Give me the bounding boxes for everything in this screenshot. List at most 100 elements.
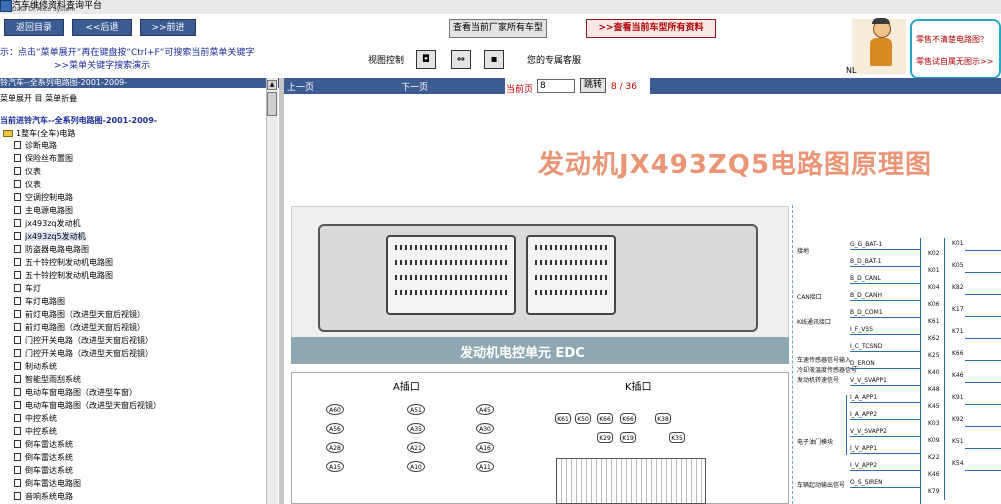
wiring-right-pin: K91 xyxy=(952,394,964,401)
tree-item[interactable]: 智能型雨刮系统 xyxy=(14,375,81,385)
tree-item-label: 智能型雨刮系统 xyxy=(25,375,81,384)
tree-item[interactable]: 电动车窗电路图（改进型天窗后视镜） xyxy=(14,401,161,411)
tree-item[interactable]: 音响系统电路 xyxy=(14,492,73,502)
wiring-signal-label: V_V_SVAPP2 xyxy=(850,428,887,435)
tree-item-label: 五十铃控制发动机电路图 xyxy=(25,271,113,280)
tree-item[interactable]: 中控系统 xyxy=(14,427,57,437)
wiring-line xyxy=(965,404,1001,405)
wiring-pin-label: K45 xyxy=(928,403,940,410)
pin-row xyxy=(535,260,607,265)
wiring-line xyxy=(850,266,920,267)
help-link-diagram[interactable]: 零售不清楚电路图？ xyxy=(916,34,988,45)
k-pin: K38 xyxy=(655,413,671,424)
next-page-link[interactable]: 下一页 xyxy=(401,80,428,93)
pin-row xyxy=(395,260,507,265)
tree-item[interactable]: 电动车窗电路图（改进型车窗） xyxy=(14,388,137,398)
tree-item-label: 防盗器电路电路图 xyxy=(25,245,89,254)
wiring-right-pin: K82 xyxy=(952,284,964,291)
wiring-signal-label: I_V_APP2 xyxy=(850,462,878,469)
app-logo-icon xyxy=(0,0,12,12)
tree-root[interactable]: 当前进铃汽车--全系列电路图-2001-2009- xyxy=(0,115,157,126)
wiring-line xyxy=(965,272,1001,273)
wiring-pin-label: K04 xyxy=(928,284,940,291)
tree-item[interactable]: 倒车雷达电路图 xyxy=(14,479,81,489)
app-subtitle: Data Of Auto System xyxy=(12,6,76,13)
menu-expand-collapse[interactable]: 菜单展开 目 菜单折叠 xyxy=(0,93,77,104)
pin-row xyxy=(535,290,607,295)
k-pin: K29 xyxy=(597,432,613,443)
document-icon xyxy=(14,466,21,474)
pin-chart xyxy=(291,372,789,504)
fit-width-icon[interactable]: ⇔ xyxy=(451,50,471,69)
tree-item[interactable]: 中控系统 xyxy=(14,414,57,424)
back-to-index-button[interactable]: 返回目录 xyxy=(4,19,64,36)
diagram-title: 发动机JX493ZQ5电路图原理图 xyxy=(538,150,933,180)
k-pin: K50 xyxy=(575,413,591,424)
actual-size-icon[interactable]: ▪ xyxy=(484,50,504,69)
wiring-line xyxy=(965,250,1001,251)
tree-item[interactable]: 防盗器电路电路图 xyxy=(14,245,89,255)
wiring-signal-label: G_G_BAT-1 xyxy=(850,241,883,248)
wiring-right-pin: K92 xyxy=(952,416,964,423)
tree-item[interactable]: 倒车雷达系统 xyxy=(14,453,73,463)
k-pin: K66 xyxy=(620,413,636,424)
tree-item[interactable]: 五十铃控制发动机电路图 xyxy=(14,258,113,268)
help-link-no-diagram[interactable]: 零售试自属无图示>> xyxy=(916,56,993,67)
wiring-signal-label: B_D_CANH xyxy=(850,292,883,299)
page-input[interactable] xyxy=(537,79,575,93)
wiring-pin-label: K40 xyxy=(928,369,940,376)
document-icon xyxy=(14,232,21,240)
wiring-line xyxy=(965,316,1001,317)
tree-folder[interactable]: 1整车(全车)电路 xyxy=(3,128,75,139)
document-icon xyxy=(14,349,21,357)
document-icon xyxy=(14,492,21,500)
tree-item-label: 电动车窗电路图（改进型天窗后视镜） xyxy=(25,401,161,410)
tree-item[interactable]: 门控开关电路（改进型天窗后视镜） xyxy=(14,349,153,359)
tree-item[interactable]: 倒车雷达系统 xyxy=(14,466,73,476)
tree-item[interactable]: 保险丝布置图 xyxy=(14,154,73,164)
wiring-signal-label: I_V_APP1 xyxy=(850,445,878,452)
wiring-right-pin: K05 xyxy=(952,262,964,269)
wiring-pin-label: K25 xyxy=(928,352,940,359)
wiring-left-label: K线通讯接口 xyxy=(797,319,831,326)
tree-item[interactable]: 门控开关电路（改进型天窗后视镜） xyxy=(14,336,153,346)
back-button[interactable]: <<后退 xyxy=(72,19,132,36)
tree-item[interactable]: 车灯电路图 xyxy=(14,297,65,307)
forward-button[interactable]: >>前进 xyxy=(140,19,196,36)
wiring-pin-label: K22 xyxy=(928,454,940,461)
document-icon xyxy=(14,427,21,435)
search-demo-link[interactable]: >>菜单关键字搜索演示 xyxy=(54,58,150,71)
wiring-pin-label: K09 xyxy=(928,437,940,444)
document-icon xyxy=(14,245,21,253)
scroll-thumb[interactable] xyxy=(267,92,277,116)
wiring-left-label: CAN接口 xyxy=(797,294,822,301)
tree-item[interactable]: 前灯电路图（改进型天窗后视镜） xyxy=(14,310,145,320)
prev-page-link[interactable]: 上一页 xyxy=(287,80,314,93)
tree-item[interactable]: 仪表 xyxy=(14,180,41,190)
tree-item[interactable]: 前灯电路图（改进型天窗后视镜） xyxy=(14,323,145,333)
tree-item[interactable]: 倒车雷达系统 xyxy=(14,440,73,450)
vertical-scrollbar[interactable] xyxy=(266,78,278,504)
tree-item[interactable]: jx493zq5发动机 xyxy=(14,232,86,242)
tree-item[interactable]: jx493zq发动机 xyxy=(14,219,81,229)
wiring-right-pin: K54 xyxy=(952,460,964,467)
tree-item[interactable]: 五十铃控制发动机电路图 xyxy=(14,271,113,281)
view-model-all-docs-button[interactable]: >>查看当前车型所有资料 xyxy=(586,19,716,38)
go-button[interactable]: 跳转 xyxy=(580,78,606,93)
wiring-pin-label: K46 xyxy=(928,471,940,478)
scroll-up-icon[interactable]: ▲ xyxy=(267,80,277,90)
view-maker-models-button[interactable]: 查看当前厂家所有车型 xyxy=(449,19,547,38)
tree-item-label: 倒车雷达系统 xyxy=(25,440,73,449)
wiring-vline xyxy=(944,238,945,500)
tree-item[interactable]: 仪表 xyxy=(14,167,41,177)
tree-item-label: 车灯电路图 xyxy=(25,297,65,306)
tree-item[interactable]: 主电源电路图 xyxy=(14,206,73,216)
tree-item[interactable]: 车灯 xyxy=(14,284,41,294)
fit-icon[interactable]: ◘ xyxy=(416,50,436,69)
tree-item[interactable]: 空调控制电路 xyxy=(14,193,73,203)
tree-item[interactable]: 制动系统 xyxy=(14,362,57,372)
tree-item[interactable]: 诊断电路 xyxy=(14,141,57,151)
k-connector-title: K插口 xyxy=(625,382,652,393)
pin-row xyxy=(395,290,507,295)
a-pin: A30 xyxy=(476,423,494,434)
